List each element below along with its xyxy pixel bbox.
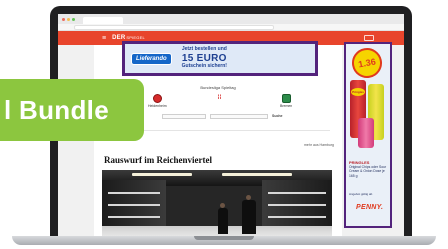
stage: ≡ DERSPIEGEL Lieferando Jetzt bestellen … xyxy=(0,0,448,249)
side-ad-cta: Angebot gültig ab xyxy=(349,192,373,196)
ad-line-1: Jetzt bestellen und xyxy=(181,46,227,52)
account-icon[interactable] xyxy=(364,35,374,41)
url-field[interactable] xyxy=(74,25,274,30)
photo-light xyxy=(222,173,292,176)
photo-shelf xyxy=(108,216,160,218)
article-photo[interactable] xyxy=(102,170,332,236)
menu-icon[interactable]: ≡ xyxy=(102,35,106,42)
side-ad-copy: PRINGLES Original Chips oder Sour Cream … xyxy=(349,160,389,178)
penny-logo: PENNY. xyxy=(356,204,384,211)
team-right[interactable]: Bremen xyxy=(280,94,292,108)
photo-person xyxy=(242,200,256,234)
photo-floor xyxy=(102,226,332,236)
score-center: ⁞⁞ xyxy=(215,94,224,104)
match-filter-bar: Suche xyxy=(162,113,322,119)
photo-light xyxy=(132,173,192,176)
ad-copy: Jetzt bestellen und 15 EURO Gutschein si… xyxy=(181,46,227,70)
photo-person-head xyxy=(220,203,225,208)
logo-sub: SPIEGEL xyxy=(126,35,145,40)
ad-line-2: Gutschein sichern! xyxy=(181,63,227,70)
team-right-name: Bremen xyxy=(280,104,293,108)
photo-shelf xyxy=(268,192,326,194)
team-left[interactable]: Heidenheim xyxy=(148,94,167,108)
browser-tab[interactable] xyxy=(83,17,123,24)
photo-shelf xyxy=(268,204,326,206)
ad-brand-logo: Lieferando xyxy=(131,52,172,65)
team-left-name: Heidenheim xyxy=(148,104,167,108)
photo-shelf xyxy=(268,216,326,218)
can-label: Pringles xyxy=(351,88,365,96)
zoom-dot-icon[interactable] xyxy=(72,17,75,21)
table-select[interactable] xyxy=(210,113,268,119)
address-bar xyxy=(58,24,404,31)
team-right-crest-icon xyxy=(281,94,291,103)
article-headline[interactable]: Rauswurf im Reichenviertel xyxy=(104,155,212,165)
side-ad-description: Original Chips oder Sour Cream & Onion D… xyxy=(349,165,387,178)
browser-titlebar xyxy=(58,14,404,24)
match-go-button[interactable]: Suche xyxy=(272,114,283,118)
price-badge: 1.36 xyxy=(349,45,385,81)
laptop-notch xyxy=(194,236,254,240)
photo-person-head xyxy=(246,195,251,200)
top-banner-ad[interactable]: Lieferando Jetzt bestellen und 15 EURO G… xyxy=(122,41,318,76)
section-meta[interactable]: mehr aus Hamburg xyxy=(304,143,334,147)
photo-person xyxy=(218,208,228,234)
photo-shelf xyxy=(108,192,160,194)
top-banner-content: Lieferando Jetzt bestellen und 15 EURO G… xyxy=(125,44,315,73)
bundle-badge-label: l Bundle xyxy=(4,94,109,125)
side-ad-content: Pringles 1.36 PRINGLES Original Chips od… xyxy=(346,44,390,226)
chips-can-pink xyxy=(358,118,374,148)
side-skyscraper-ad[interactable]: Pringles 1.36 PRINGLES Original Chips od… xyxy=(344,42,392,228)
matchday-select[interactable] xyxy=(162,113,206,119)
score-icon: ⁞⁞ xyxy=(217,95,222,101)
photo-shelf xyxy=(108,204,160,206)
close-dot-icon[interactable] xyxy=(62,17,65,21)
team-left-crest-icon xyxy=(152,94,162,103)
minimize-dot-icon[interactable] xyxy=(67,17,70,21)
bundle-badge[interactable]: l Bundle xyxy=(0,79,144,141)
